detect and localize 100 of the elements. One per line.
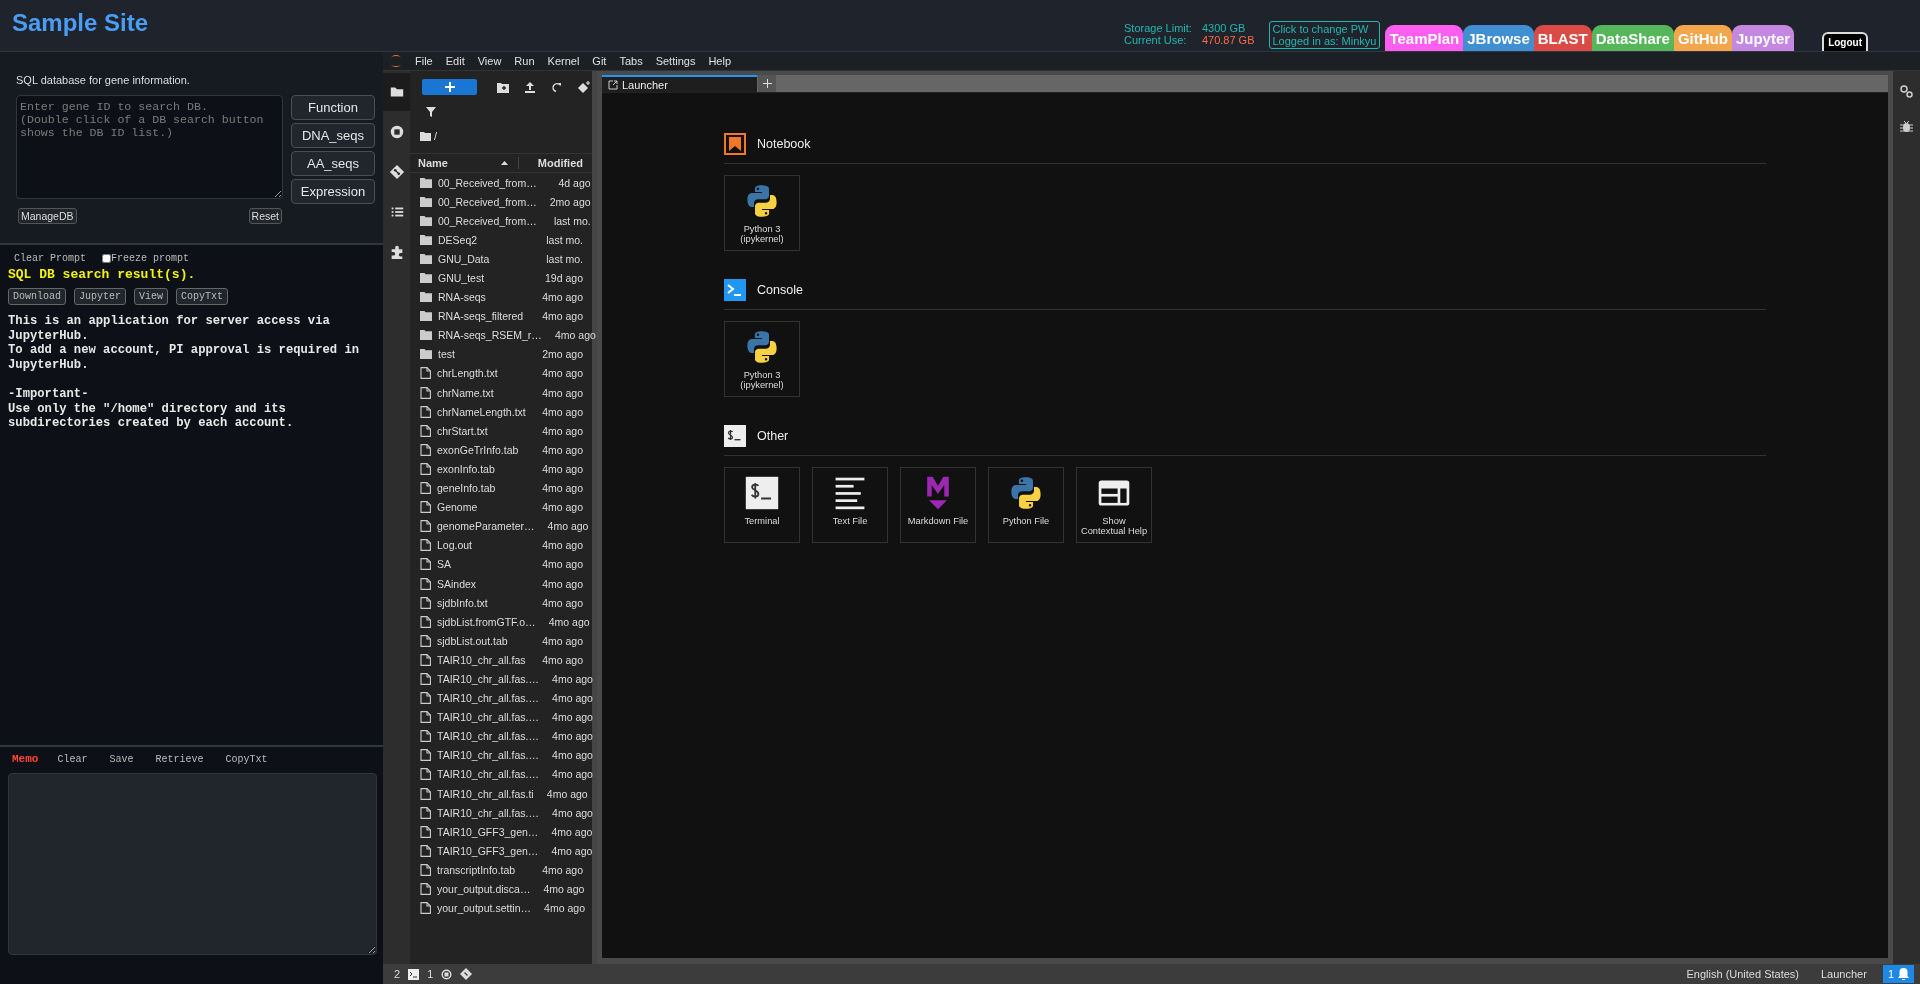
file-name[interactable]: TAIR10_chr_all.fas bbox=[437, 653, 529, 666]
file-name[interactable]: 00_Received_from… bbox=[438, 214, 537, 227]
document-tab[interactable]: Launcher bbox=[602, 75, 757, 92]
file-name[interactable]: your_output.disca… bbox=[437, 883, 531, 895]
git-icon[interactable] bbox=[460, 968, 473, 980]
result-action-button[interactable]: Jupyter bbox=[74, 288, 127, 305]
folder-icon[interactable] bbox=[420, 131, 431, 141]
sidebar-tab[interactable] bbox=[383, 73, 410, 111]
git-clone-icon[interactable] bbox=[578, 81, 590, 93]
file-name[interactable]: TAIR10_chr_all.fas.… bbox=[437, 673, 539, 685]
file-name[interactable]: sjdbInfo.txt bbox=[437, 596, 529, 609]
file-name[interactable]: RNA-seqs_filtered bbox=[438, 310, 529, 323]
file-name[interactable]: TAIR10_chr_all.fas.… bbox=[437, 749, 539, 762]
launcher-card[interactable]: Markdown File bbox=[900, 467, 976, 543]
file-name[interactable]: exonInfo.tab bbox=[437, 462, 529, 475]
search-button[interactable]: DNA_seqs bbox=[291, 123, 375, 148]
file-name[interactable]: exonGeTrInfo.tab bbox=[437, 443, 529, 456]
file-icon bbox=[420, 424, 431, 437]
new-folder-icon[interactable] bbox=[497, 81, 509, 93]
file-name[interactable]: your_output.settin… bbox=[437, 902, 531, 915]
file-name[interactable]: RNA-seqs bbox=[438, 291, 529, 304]
result-action-button[interactable]: Download bbox=[8, 288, 66, 305]
account-box[interactable]: Click to change PW Logged in as: Minkyu bbox=[1268, 21, 1381, 49]
file-name[interactable]: TAIR10_chr_all.fas.ti bbox=[437, 787, 534, 800]
search-button[interactable]: Function bbox=[291, 95, 375, 120]
column-header[interactable]: Name bbox=[418, 157, 448, 169]
kernel-icon[interactable] bbox=[441, 968, 453, 980]
menu-item[interactable]: Help bbox=[708, 55, 732, 67]
menu-item[interactable]: Git bbox=[592, 55, 607, 67]
file-name[interactable]: test bbox=[438, 348, 529, 361]
launcher-card[interactable]: Python File bbox=[988, 467, 1064, 543]
memo-action-button[interactable]: Clear bbox=[57, 754, 88, 765]
file-name[interactable]: transcriptInfo.tab bbox=[437, 863, 529, 876]
gene-id-field[interactable]: Enter gene ID to search DB. (Double click of a DB search button shows the DB ID list.) bbox=[16, 95, 283, 199]
file-name[interactable]: TAIR10_chr_all.fas.… bbox=[437, 692, 539, 705]
upload-icon[interactable] bbox=[525, 81, 535, 93]
launcher-card[interactable]: Terminal bbox=[724, 467, 800, 543]
menu-item[interactable]: Edit bbox=[445, 55, 465, 67]
refresh-icon[interactable] bbox=[551, 81, 562, 93]
launcher-card[interactable]: Python 3 (ipykernel) bbox=[724, 321, 800, 397]
breadcrumb-path[interactable]: / bbox=[434, 130, 438, 142]
file-name[interactable]: GNU_Data bbox=[438, 252, 529, 265]
result-action-button[interactable]: CopyTxt bbox=[176, 288, 229, 305]
column-header[interactable]: Modified bbox=[519, 157, 592, 169]
file-name[interactable]: GNU_test bbox=[438, 272, 529, 284]
file-name[interactable]: sjdbList.fromGTF.o… bbox=[437, 615, 536, 628]
language-status[interactable]: English (United States) bbox=[1686, 968, 1799, 980]
file-name[interactable]: chrName.txt bbox=[437, 386, 529, 399]
file-name[interactable]: chrNameLength.txt bbox=[437, 405, 529, 418]
filter-icon[interactable] bbox=[426, 107, 436, 117]
file-name[interactable]: 00_Received_from… bbox=[438, 195, 537, 208]
new-tab-button[interactable] bbox=[758, 75, 776, 92]
file-name[interactable]: TAIR10_GFF3_gen… bbox=[437, 825, 539, 838]
menu-item[interactable]: File bbox=[415, 55, 433, 67]
file-name[interactable]: 00_Received_from… bbox=[438, 176, 537, 189]
terminal-icon[interactable] bbox=[408, 968, 420, 980]
file-name[interactable]: sjdbList.out.tab bbox=[437, 634, 529, 647]
property-inspector-icon[interactable] bbox=[1900, 85, 1913, 98]
menu-item[interactable]: Kernel bbox=[547, 55, 580, 67]
result-action-button[interactable]: View bbox=[134, 288, 169, 305]
menu-item[interactable]: View bbox=[477, 55, 502, 67]
debugger-icon[interactable] bbox=[1900, 120, 1913, 133]
file-name[interactable]: chrLength.txt bbox=[437, 367, 529, 380]
reset-button[interactable]: Reset bbox=[248, 208, 282, 224]
file-name[interactable]: SAindex bbox=[437, 577, 529, 590]
notification-button[interactable]: 1 bbox=[1882, 965, 1914, 983]
file-name[interactable]: genomeParameter… bbox=[437, 520, 535, 533]
clear-prompt-button[interactable]: Clear Prompt bbox=[14, 253, 86, 264]
memo-field[interactable] bbox=[8, 773, 377, 955]
storage-limit-label: Storage Limit: bbox=[1124, 22, 1192, 34]
menu-item[interactable]: Tabs bbox=[619, 55, 643, 67]
nav-tab[interactable]: BLAST bbox=[1533, 25, 1592, 51]
file-name[interactable]: Log.out bbox=[437, 539, 529, 552]
file-name[interactable]: chrStart.txt bbox=[437, 424, 529, 437]
file-name[interactable]: RNA-seqs_RSEM_r… bbox=[438, 329, 542, 342]
menu-item[interactable]: Run bbox=[514, 55, 535, 67]
memo-action-button[interactable]: Retrieve bbox=[155, 754, 204, 765]
file-modified: 2mo ago bbox=[541, 348, 584, 361]
file-name[interactable]: TAIR10_chr_all.fas.… bbox=[437, 730, 539, 743]
file-name[interactable]: TAIR10_chr_all.fas.… bbox=[437, 768, 539, 781]
memo-action-button[interactable]: Save bbox=[109, 754, 134, 765]
file-name[interactable]: geneInfo.tab bbox=[437, 482, 529, 495]
file-modified: 4mo ago bbox=[541, 539, 584, 552]
file-name[interactable]: TAIR10_GFF3_gen… bbox=[437, 844, 539, 857]
launcher-card[interactable]: Python 3 (ipykernel) bbox=[724, 175, 800, 251]
menu-item[interactable]: Settings bbox=[655, 55, 696, 67]
file-name[interactable]: Genome bbox=[437, 501, 529, 514]
file-name[interactable]: TAIR10_chr_all.fas.… bbox=[437, 711, 539, 724]
new-launcher-button[interactable] bbox=[422, 79, 477, 95]
file-name[interactable]: DESeq2 bbox=[438, 233, 529, 246]
freeze-checkbox[interactable] bbox=[102, 254, 111, 263]
launcher-card[interactable]: Text File bbox=[812, 467, 888, 543]
file-name[interactable]: SA bbox=[437, 558, 529, 571]
memo-action-button[interactable]: CopyTxt bbox=[225, 754, 268, 765]
search-button[interactable]: AA_seqs bbox=[291, 151, 375, 176]
logout-button[interactable]: Logout bbox=[1822, 32, 1868, 51]
file-name[interactable]: TAIR10_chr_all.fas.… bbox=[437, 806, 539, 819]
search-button[interactable]: Expression bbox=[291, 179, 375, 204]
launcher-card[interactable]: Show Contextual Help bbox=[1076, 467, 1152, 543]
manage-db-button[interactable]: ManageDB bbox=[18, 208, 77, 224]
